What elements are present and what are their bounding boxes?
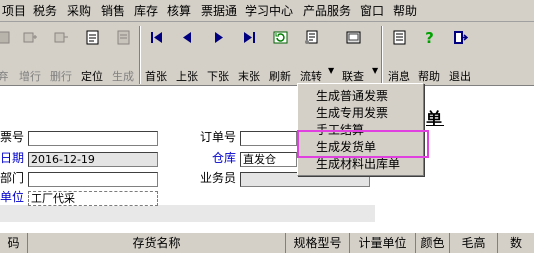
- menu-item-accounting[interactable]: 核算: [167, 3, 191, 19]
- menu-generate-material-outbound[interactable]: 生成材料出库单: [316, 156, 400, 172]
- salesperson-label: 业务员: [200, 171, 237, 185]
- menu-item-help[interactable]: 帮助: [393, 3, 417, 19]
- menu-item-product-service[interactable]: 产品服务: [303, 3, 351, 19]
- date-field[interactable]: 2016-12-19: [28, 152, 158, 167]
- generate-label: 生成: [112, 70, 134, 83]
- menu-item-tax[interactable]: 税务: [33, 3, 57, 19]
- last-record-icon: [244, 32, 255, 43]
- help-button[interactable]: ? 帮助: [414, 26, 444, 86]
- add-row-icon: [23, 32, 37, 43]
- flow-dropdown-arrow-icon[interactable]: ▼: [328, 66, 334, 75]
- warehouse-label: 仓库: [212, 151, 237, 165]
- delete-row-label: 删行: [50, 70, 72, 83]
- document-title: 单: [426, 109, 445, 128]
- generate-button[interactable]: 生成: [108, 26, 138, 86]
- column-header-item-name[interactable]: 存货名称: [28, 233, 286, 253]
- exit-label: 退出: [449, 70, 471, 83]
- locate-icon: [86, 30, 99, 45]
- menu-bar: 项目 税务 采购 销售 库存 核算 票据通 学习中心 产品服务 窗口 帮助: [0, 0, 534, 22]
- refresh-label: 刷新: [269, 70, 291, 83]
- add-row-button[interactable]: 增行: [15, 26, 45, 86]
- menu-item-sales[interactable]: 销售: [101, 3, 125, 19]
- column-header-quantity[interactable]: 数: [498, 233, 534, 253]
- message-label: 消息: [388, 70, 410, 83]
- menu-item-learning-center[interactable]: 学习中心: [245, 3, 293, 19]
- toolbar-separator: [381, 26, 383, 84]
- column-header-color[interactable]: 颜色: [416, 233, 450, 253]
- message-icon: [393, 30, 406, 45]
- linked-query-label: 联查: [342, 70, 364, 83]
- department-field[interactable]: [28, 172, 158, 187]
- previous-record-icon: [183, 32, 191, 43]
- first-record-button[interactable]: 首张: [141, 26, 171, 86]
- delete-row-icon: [54, 32, 68, 43]
- ticket-no-label: 票号: [0, 130, 25, 144]
- flow-icon: [305, 30, 318, 44]
- delete-row-button[interactable]: 删行: [46, 26, 76, 86]
- form-area: [0, 87, 534, 253]
- linked-query-icon: [346, 31, 361, 44]
- refresh-button[interactable]: 刷新: [265, 26, 295, 86]
- menu-item-inventory[interactable]: 库存: [134, 3, 158, 19]
- order-no-label: 订单号: [200, 130, 237, 144]
- flow-button[interactable]: 流转: [296, 26, 326, 86]
- ticket-no-field[interactable]: [28, 131, 158, 146]
- add-row-label: 增行: [19, 70, 41, 83]
- locate-button[interactable]: 定位: [77, 26, 107, 86]
- menu-item-window[interactable]: 窗口: [360, 3, 384, 19]
- linked-query-dropdown-arrow-icon[interactable]: ▼: [372, 66, 378, 75]
- warehouse-field[interactable]: 直发仓: [240, 152, 297, 167]
- linked-query-button[interactable]: 联查: [338, 26, 368, 86]
- message-button[interactable]: 消息: [384, 26, 414, 86]
- next-record-button[interactable]: 下张: [203, 26, 233, 86]
- highlight-annotation: [297, 130, 429, 158]
- exit-button[interactable]: 退出: [445, 26, 475, 86]
- form-band: [0, 205, 375, 222]
- next-record-icon: [215, 32, 223, 43]
- last-record-label: 末张: [238, 70, 260, 83]
- next-record-label: 下张: [207, 70, 229, 83]
- first-record-icon: [151, 32, 162, 43]
- svg-text:?: ?: [425, 30, 434, 45]
- column-header-unit[interactable]: 计量单位: [350, 233, 416, 253]
- first-record-label: 首张: [145, 70, 167, 83]
- help-label: 帮助: [418, 70, 440, 83]
- menu-generate-normal-invoice[interactable]: 生成普通发票: [316, 88, 388, 104]
- refresh-icon: [273, 31, 288, 44]
- flow-label: 流转: [300, 70, 322, 83]
- last-record-button[interactable]: 末张: [234, 26, 264, 86]
- menu-item-project[interactable]: 项目: [2, 3, 26, 19]
- department-label: 部门: [0, 171, 25, 185]
- help-icon: ?: [425, 30, 434, 45]
- column-header-gross-height[interactable]: 毛高: [450, 233, 498, 253]
- discard-icon: [0, 31, 10, 44]
- previous-record-button[interactable]: 上张: [172, 26, 202, 86]
- unit-label: 单位: [0, 190, 25, 204]
- menu-item-invoice-pass[interactable]: 票据通: [201, 3, 237, 19]
- date-label: 日期: [0, 151, 25, 165]
- menu-generate-special-invoice[interactable]: 生成专用发票: [316, 105, 388, 121]
- locate-label: 定位: [81, 70, 103, 83]
- column-header-spec[interactable]: 规格型号: [286, 233, 350, 253]
- grid-header: 码 存货名称 规格型号 计量单位 颜色 毛高 数: [0, 232, 534, 253]
- previous-record-label: 上张: [176, 70, 198, 83]
- column-header-code[interactable]: 码: [0, 233, 28, 253]
- unit-field[interactable]: 工厂代采: [28, 191, 158, 206]
- exit-icon: [454, 31, 468, 44]
- order-no-field[interactable]: [240, 131, 297, 146]
- menu-item-purchase[interactable]: 采购: [67, 3, 91, 19]
- generate-icon: [117, 30, 130, 45]
